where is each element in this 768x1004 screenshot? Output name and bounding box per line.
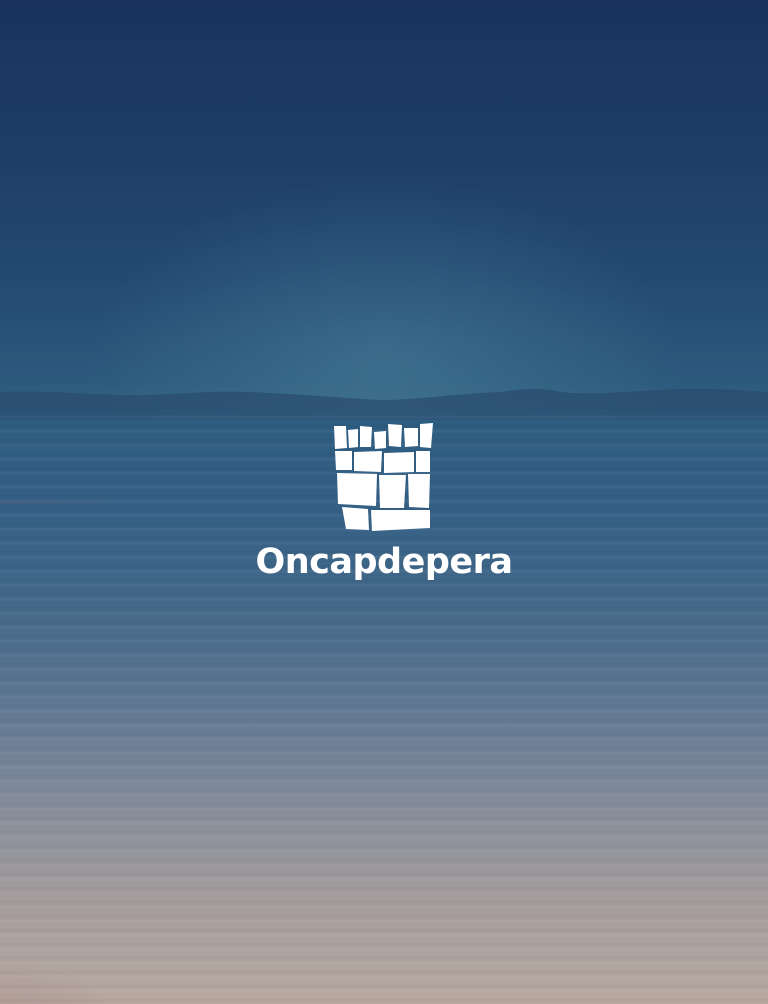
castle-tower-icon — [334, 423, 433, 531]
splash-screen: Oncapdepera — [0, 0, 768, 1004]
sky-glow — [0, 0, 768, 420]
brand-name: Oncapdepera — [255, 542, 513, 582]
distant-hills — [0, 388, 768, 420]
brand-logo: Oncapdepera — [234, 420, 534, 590]
